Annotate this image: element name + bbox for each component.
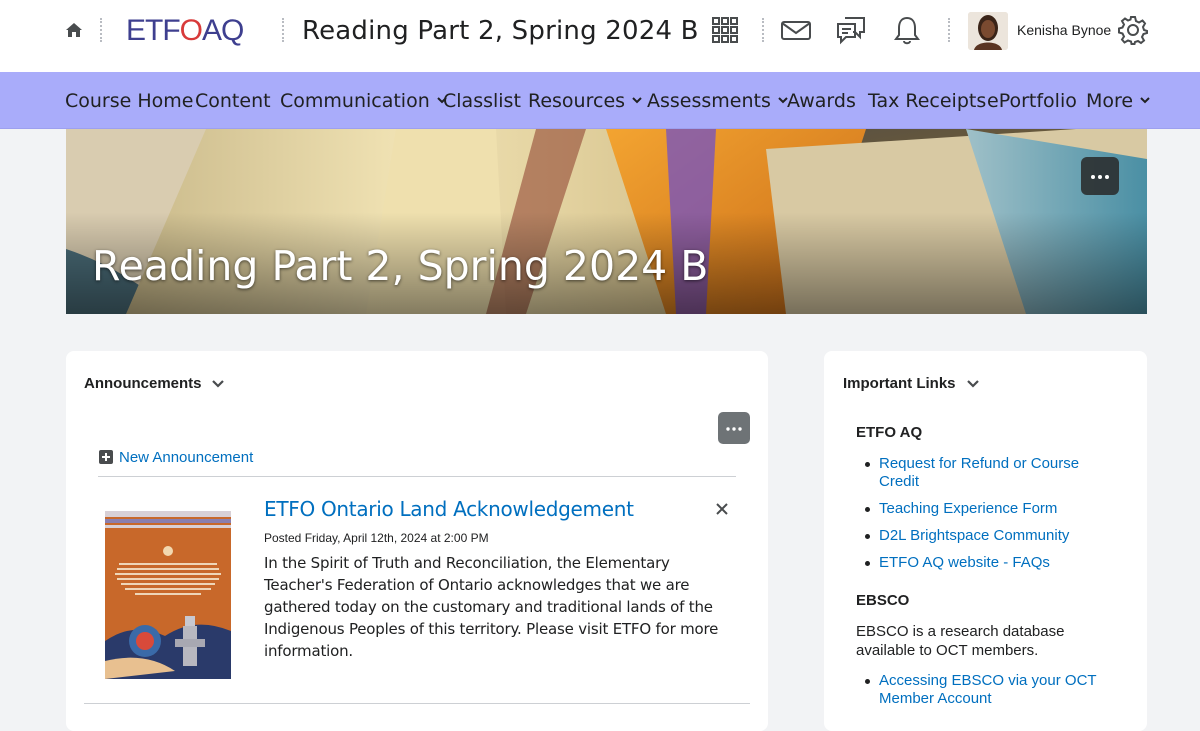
ebsco-links-list: Accessing EBSCO via your OCT Member Acco… [862,672,1112,717]
mail-icon[interactable] [780,14,812,46]
chevron-down-icon [632,97,642,104]
nav-more[interactable]: More [1086,90,1150,112]
top-header: ETFOAQ Reading Part 2, Spring 2024 B Ken… [0,0,1200,72]
announcements-title: Announcements [84,375,202,392]
header-separator [282,18,284,42]
nav-eportfolio[interactable]: ePortfolio [987,90,1077,112]
ebsco-heading: EBSCO [856,592,910,609]
link-refund-request[interactable]: Request for Refund or Course Credit [862,455,1112,491]
announcement-body: In the Spirit of Truth and Reconciliatio… [264,554,719,660]
chevron-down-icon[interactable] [210,376,226,392]
user-name[interactable]: Kenisha Bynoe [1017,22,1111,38]
settings-gear-icon[interactable] [1117,14,1149,46]
course-title: Reading Part 2, Spring 2024 B [302,16,699,46]
announcements-options-button[interactable] [718,412,750,444]
plus-icon [99,450,113,464]
home-icon[interactable] [64,20,84,40]
nav-tax-receipts[interactable]: Tax Receipts [868,90,986,112]
ebsco-description: EBSCO is a research database available t… [856,623,1065,659]
notifications-bell-icon[interactable] [891,14,923,46]
link-ebsco-access[interactable]: Accessing EBSCO via your OCT Member Acco… [862,672,1112,708]
announcement-posted-date: Posted Friday, April 12th, 2024 at 2:00 … [264,531,489,545]
nav-communication[interactable]: Communication [280,90,447,112]
header-separator [948,18,950,42]
header-separator [762,18,764,42]
etfo-aq-logo[interactable]: ETFOAQ [126,14,244,48]
land-acknowledgement-image[interactable] [105,511,231,679]
chevron-down-icon [1140,97,1150,104]
announcement-title-link[interactable]: ETFO Ontario Land Acknowledgement [264,497,634,521]
nav-course-home[interactable]: Course Home [65,90,193,112]
etfo-aq-heading: ETFO AQ [856,424,923,441]
ellipsis-icon [1091,175,1109,179]
course-navbar: Course Home Content Communication Classl… [0,72,1200,129]
banner-title: Reading Part 2, Spring 2024 B [92,242,709,290]
chevron-down-icon[interactable] [965,376,981,392]
close-icon[interactable] [714,501,730,517]
nav-awards[interactable]: Awards [787,90,856,112]
new-announcement-link[interactable]: New Announcement [99,449,253,466]
divider [98,476,736,477]
divider [84,703,750,704]
nav-classlist[interactable]: Classlist [443,90,521,112]
link-etfo-aq-faqs[interactable]: ETFO AQ website - FAQs [862,554,1112,572]
ellipsis-icon [726,427,742,431]
important-links-title: Important Links [843,375,956,392]
link-d2l-community[interactable]: D2L Brightspace Community [862,527,1112,545]
nav-assessments[interactable]: Assessments [647,90,788,112]
banner-options-button[interactable] [1081,157,1119,195]
app-grid-icon[interactable] [709,14,741,46]
link-teaching-experience-form[interactable]: Teaching Experience Form [862,500,1112,518]
nav-resources[interactable]: Resources [528,90,642,112]
etfo-links-list: Request for Refund or Course Credit Teac… [862,455,1112,581]
header-separator [100,18,102,42]
nav-content[interactable]: Content [195,90,271,112]
discussions-icon[interactable] [835,14,867,46]
user-avatar[interactable] [968,12,1008,50]
